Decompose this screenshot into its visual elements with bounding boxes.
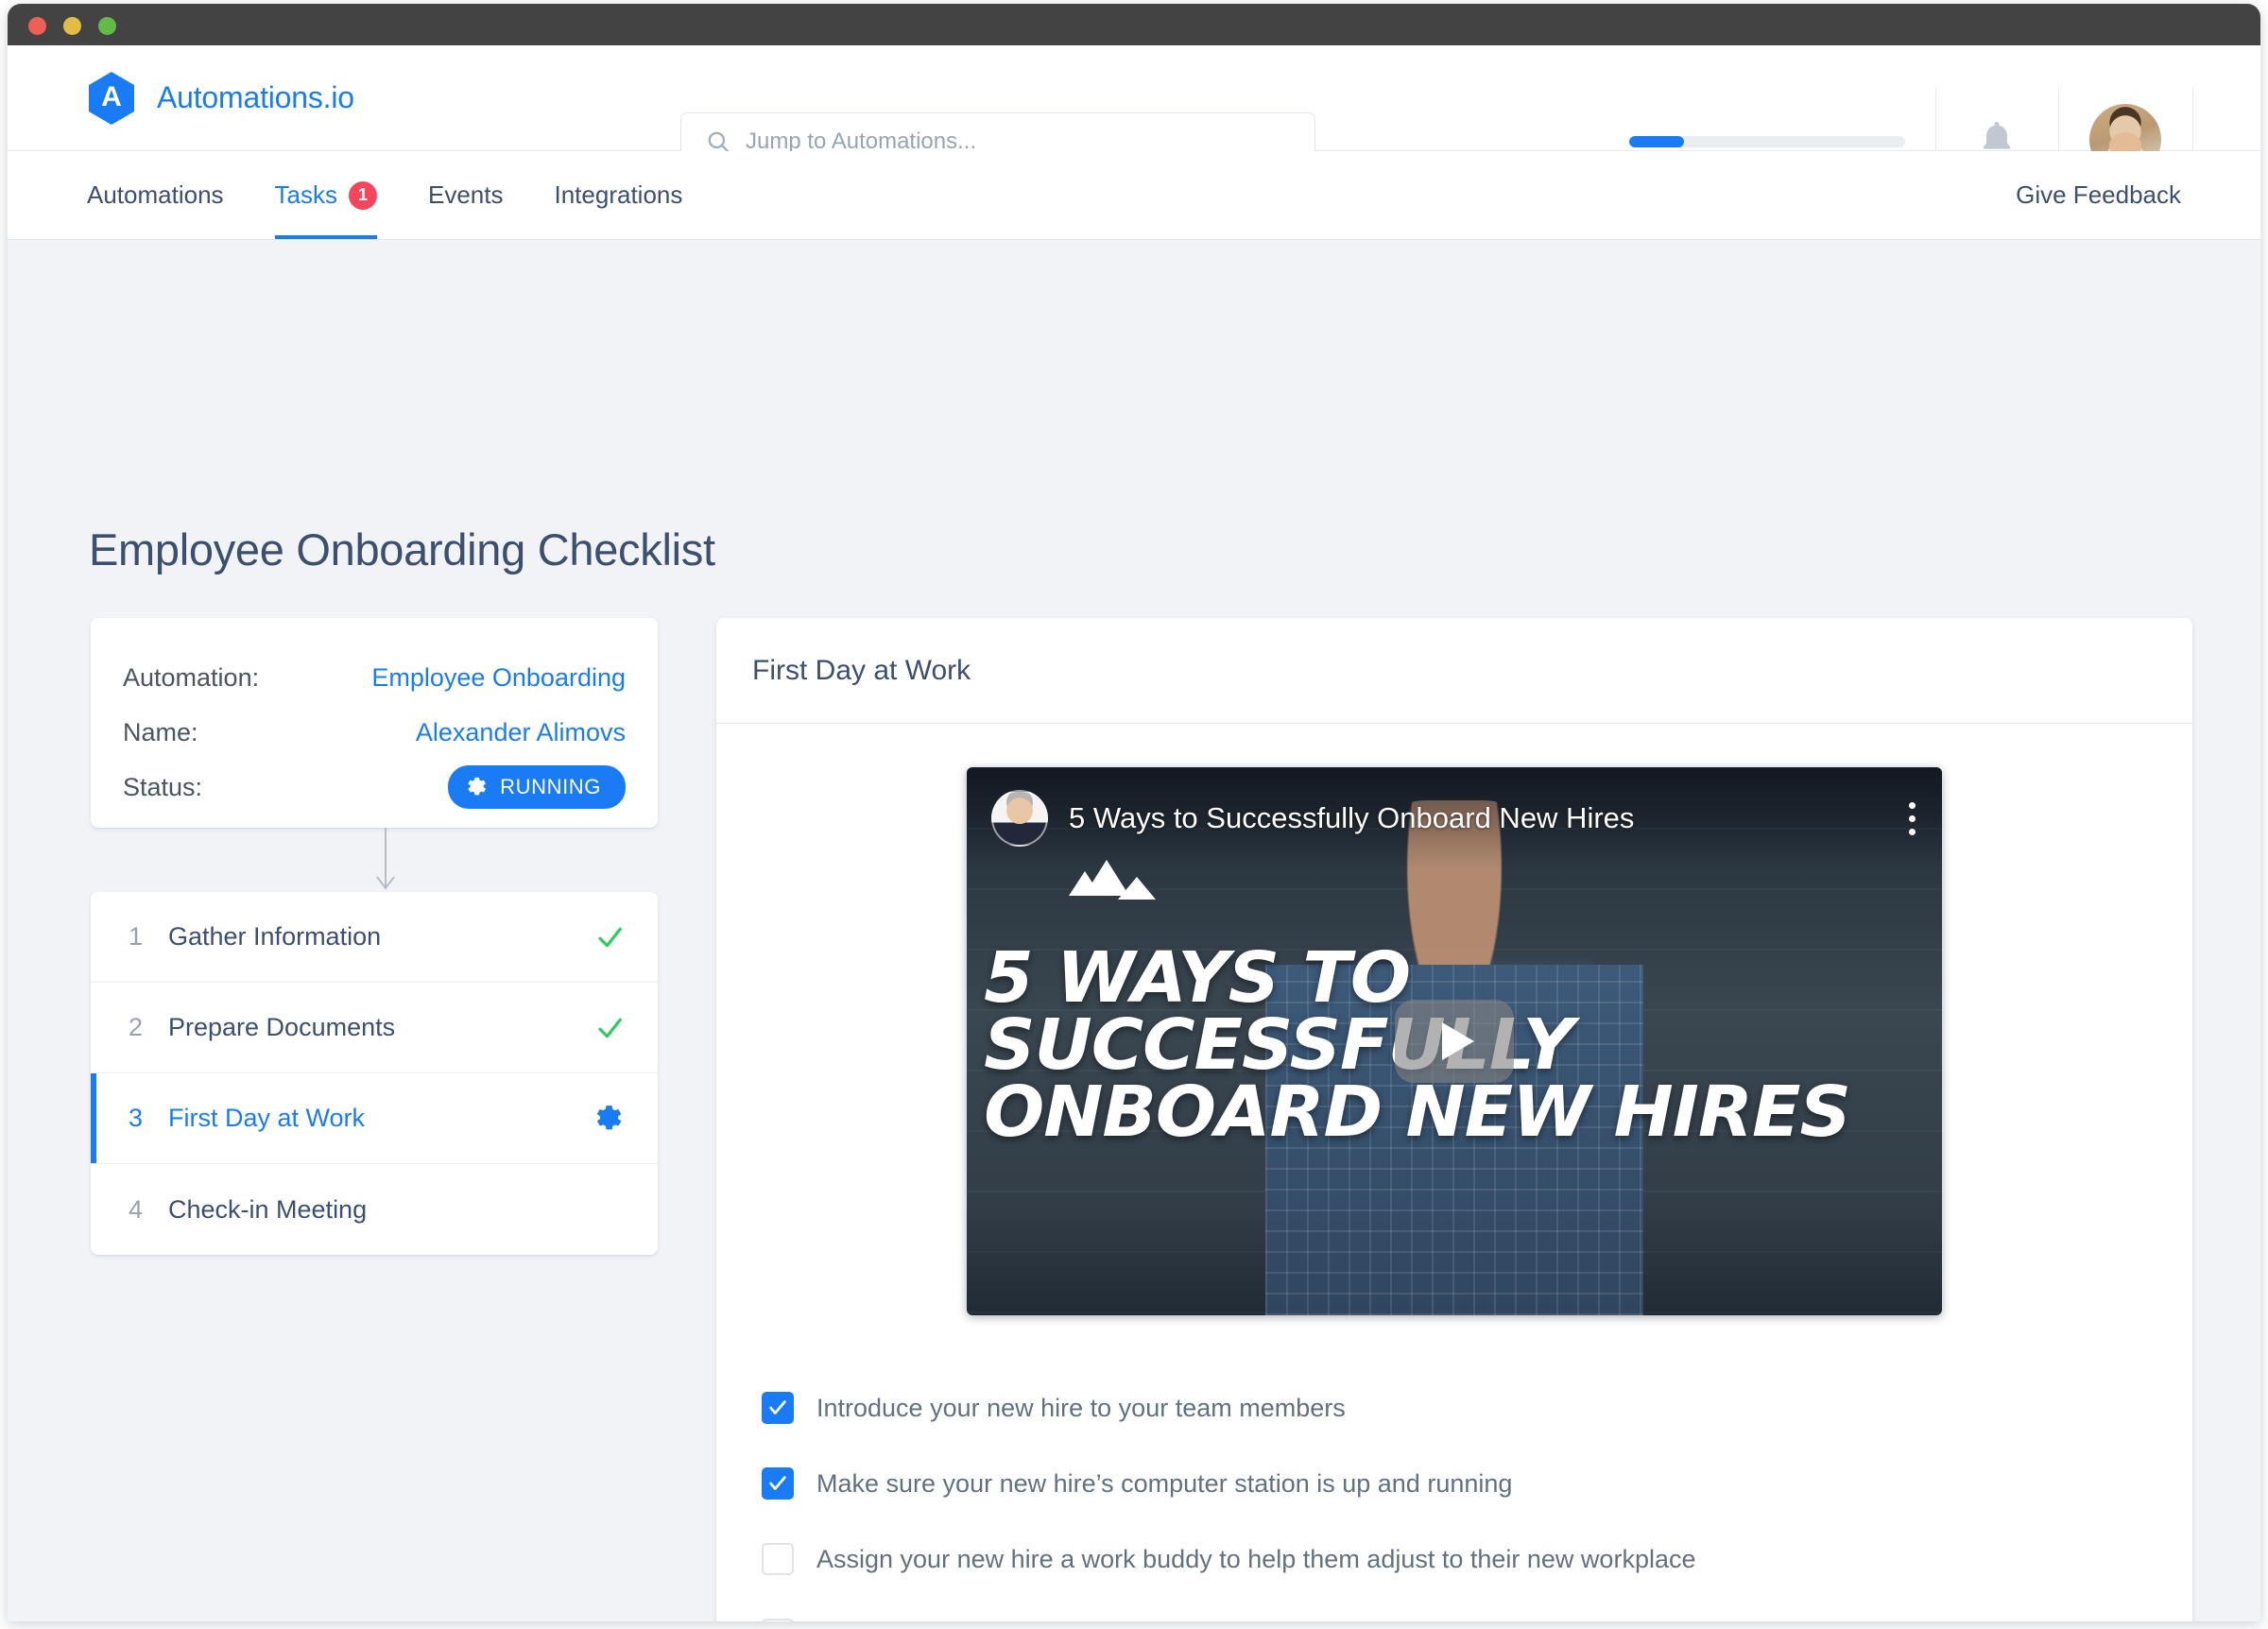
- video-topbar: 5 Ways to Successfully Onboard New Hires: [967, 767, 1942, 869]
- tab-tasks[interactable]: Tasks 1: [274, 151, 378, 239]
- step-label: Gather Information: [168, 922, 382, 951]
- tab-label: Tasks: [274, 180, 337, 209]
- checklist-item[interactable]: Assign your new hire a work buddy to hel…: [762, 1521, 2192, 1597]
- info-label: Automation:: [123, 662, 260, 692]
- app-header: A Automations.io Jump to Automations...: [8, 45, 2260, 193]
- tab-events[interactable]: Events: [428, 151, 504, 239]
- minimize-button[interactable]: [63, 17, 81, 35]
- step-item-2[interactable]: 2 Prepare Documents: [91, 983, 658, 1073]
- kebab-menu-icon[interactable]: [1909, 801, 1916, 835]
- close-button[interactable]: [28, 17, 46, 35]
- gear-icon: [468, 777, 487, 796]
- video-title: 5 Ways to Successfully Onboard New Hires: [1069, 801, 1635, 834]
- logo-letter: A: [101, 80, 122, 112]
- tab-label: Integrations: [554, 180, 683, 209]
- info-label: Name:: [123, 717, 198, 746]
- automation-link[interactable]: Employee Onboarding: [371, 663, 626, 693]
- channel-avatar-icon: [991, 790, 1048, 847]
- checklist-item[interactable]: Make sure to set aside time for new hire…: [762, 1597, 2192, 1621]
- play-icon: [1441, 1022, 1474, 1060]
- checkbox-checked[interactable]: [762, 1467, 794, 1500]
- info-row-name: Name: Alexander Alimovs: [123, 705, 626, 760]
- task-detail-card: First Day at Work 5 Ways to Successfully…: [716, 618, 2192, 1621]
- gear-icon[interactable]: [595, 1105, 624, 1133]
- step-label: First Day at Work: [168, 1104, 366, 1132]
- video-player[interactable]: 5 Ways to Successfully Onboard New Hires…: [967, 767, 1942, 1315]
- info-label: Status:: [123, 772, 203, 801]
- tab-label: Automations: [87, 180, 224, 209]
- app-window: A Automations.io Jump to Automations...: [8, 4, 2260, 1621]
- window-titlebar: [8, 4, 2260, 45]
- tab-automations[interactable]: Automations: [87, 151, 224, 239]
- video-area: 5 Ways to Successfully Onboard New Hires…: [716, 724, 2192, 1315]
- give-feedback-link[interactable]: Give Feedback: [2016, 180, 2181, 210]
- step-number: 2: [129, 1013, 144, 1041]
- status-badge-label: RUNNING: [500, 775, 601, 798]
- maximize-button[interactable]: [98, 17, 116, 35]
- progress-fill: [1629, 136, 1685, 147]
- checklist-item[interactable]: Introduce your new hire to your team mem…: [762, 1370, 2192, 1446]
- step-item-3[interactable]: 3 First Day at Work: [91, 1073, 658, 1164]
- step-item-1[interactable]: 1 Gather Information: [91, 892, 658, 983]
- checklist-label: Introduce your new hire to your team mem…: [816, 1393, 1346, 1422]
- logo-icon: A: [87, 71, 136, 126]
- task-detail-title: First Day at Work: [752, 654, 971, 686]
- page-body: Employee Onboarding Checklist Automation…: [8, 240, 2260, 1621]
- automation-info-card: Automation: Employee Onboarding Name: Al…: [91, 618, 658, 828]
- employee-name-link[interactable]: Alexander Alimovs: [416, 718, 626, 747]
- play-button[interactable]: [1395, 1000, 1514, 1083]
- check-icon: [598, 927, 622, 947]
- flow-arrow-icon: [376, 828, 395, 890]
- checklist-label: Make sure your new hire’s computer stati…: [816, 1468, 1513, 1498]
- mountain-icon: [1069, 860, 1156, 900]
- step-label: Prepare Documents: [168, 1013, 396, 1041]
- check-icon: [598, 1018, 622, 1037]
- checklist-label: Assign your new hire a work buddy to hel…: [816, 1544, 1696, 1573]
- steps-list: 1 Gather Information 2 Prepare Documents…: [91, 892, 658, 1255]
- tab-badge-count: 1: [349, 180, 377, 210]
- tab-label: Events: [428, 180, 504, 209]
- checklist-label: Make sure to set aside time for new hire…: [816, 1620, 1709, 1622]
- step-number: 1: [129, 922, 144, 951]
- tab-integrations[interactable]: Integrations: [555, 151, 683, 239]
- info-row-automation: Automation: Employee Onboarding: [123, 650, 626, 705]
- step-item-4[interactable]: 4 Check-in Meeting: [91, 1164, 658, 1255]
- status-badge[interactable]: RUNNING: [448, 765, 626, 809]
- step-number: 3: [129, 1104, 144, 1132]
- checkbox-unchecked[interactable]: [762, 1543, 794, 1575]
- info-row-status: Status: RUNNING: [123, 760, 626, 814]
- brand-name: Automations.io: [157, 80, 354, 114]
- checkbox-unchecked[interactable]: [762, 1619, 794, 1621]
- page-title: Employee Onboarding Checklist: [89, 524, 715, 574]
- step-label: Check-in Meeting: [168, 1194, 368, 1224]
- step-number: 4: [129, 1194, 144, 1224]
- checkbox-checked[interactable]: [762, 1392, 794, 1424]
- nav-tabs: Automations Tasks 1 Events Integrations: [87, 151, 733, 239]
- check-icon: [769, 1476, 786, 1490]
- check-icon: [769, 1400, 786, 1415]
- checklist-item[interactable]: Make sure your new hire’s computer stati…: [762, 1446, 2192, 1521]
- progress-bar: [1629, 136, 1905, 147]
- brand[interactable]: A Automations.io: [87, 71, 354, 126]
- window-controls: [28, 17, 116, 35]
- task-checklist: Introduce your new hire to your team mem…: [716, 1315, 2192, 1621]
- task-detail-header: First Day at Work: [716, 618, 2192, 724]
- video-headline-line-3: ONBOARD NEW HIRES: [984, 1072, 1851, 1154]
- main-nav: Automations Tasks 1 Events Integrations …: [8, 151, 2260, 240]
